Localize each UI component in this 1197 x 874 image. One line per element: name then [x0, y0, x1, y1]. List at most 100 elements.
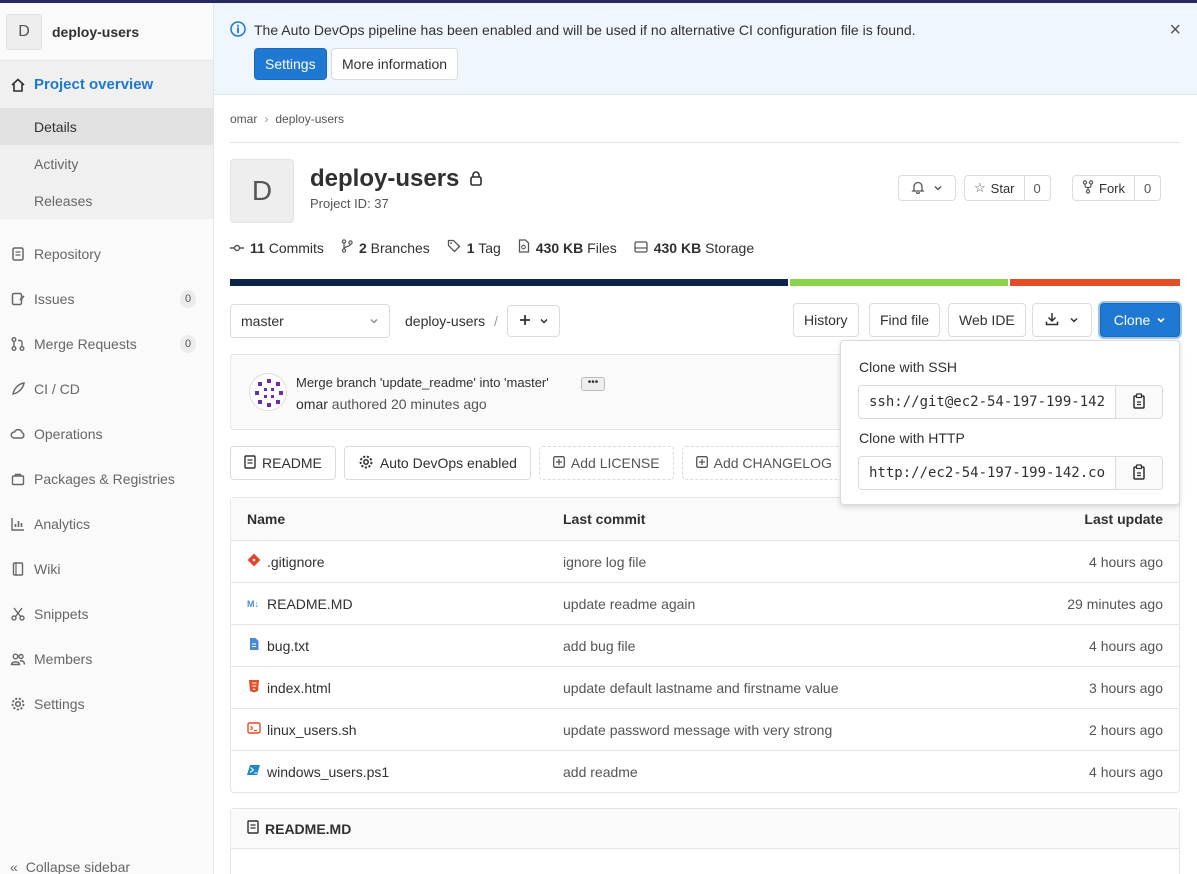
sidebar-item-wiki[interactable]: Wiki — [0, 546, 213, 591]
banner-more-info-button[interactable]: More information — [331, 48, 459, 80]
readme-button[interactable]: README — [230, 446, 336, 480]
table-row[interactable]: index.html update default lastname and f… — [231, 666, 1179, 708]
file-name[interactable]: .gitignore — [267, 554, 325, 570]
fork-count[interactable]: 0 — [1135, 175, 1162, 201]
commits-label: Commits — [268, 239, 324, 256]
sidebar-item-analytics[interactable]: Analytics — [0, 501, 213, 546]
doc-icon — [244, 454, 256, 472]
plus-square-icon — [552, 455, 565, 471]
table-row[interactable]: .gitignore ignore log file 4 hours ago — [231, 540, 1179, 582]
table-row[interactable]: M↓ README.MD update readme again 29 minu… — [231, 582, 1179, 624]
copy-http-url-button[interactable] — [1115, 456, 1163, 490]
breadcrumb-owner[interactable]: omar — [230, 112, 257, 126]
clone-ssh-url-input[interactable]: ssh://git@ec2-54-197-199-142 — [858, 385, 1116, 419]
project-title: deploy-users — [310, 165, 460, 192]
commit-message[interactable]: add bug file — [563, 638, 635, 654]
collapse-sidebar-label: Collapse sidebar — [25, 859, 131, 874]
double-chevron-left-icon: « — [10, 859, 18, 874]
star-button[interactable]: ☆ Star — [964, 175, 1025, 201]
language-segment[interactable] — [230, 279, 789, 286]
sidebar-item-merge-requests[interactable]: Merge Requests 0 — [0, 321, 213, 366]
repository-languages-bar[interactable] — [230, 279, 1180, 286]
add-to-tree-dropdown[interactable] — [507, 305, 560, 337]
auto-devops-button[interactable]: Auto DevOps enabled — [343, 446, 531, 480]
sidebar-item-repository[interactable]: Repository — [0, 231, 213, 276]
find-file-button[interactable]: Find file — [869, 303, 941, 337]
history-button[interactable]: History — [793, 303, 859, 337]
star-count[interactable]: 0 — [1024, 175, 1051, 201]
commit-message[interactable]: update readme again — [563, 596, 695, 612]
breadcrumb-project[interactable]: deploy-users — [275, 112, 344, 126]
sidebar-item-snippets[interactable]: Snippets — [0, 591, 213, 636]
commit-message[interactable]: update password message with very strong — [563, 722, 832, 738]
sidebar-item-settings[interactable]: Settings — [0, 681, 213, 726]
sidebar-project-header[interactable]: D deploy-users — [0, 3, 213, 61]
sidebar-item-project-overview[interactable]: Project overview — [0, 61, 213, 108]
bell-icon — [911, 180, 925, 197]
commits-stat[interactable]: 11 Commits — [230, 239, 324, 256]
file-name[interactable]: README.MD — [267, 596, 353, 612]
add-license-button[interactable]: Add LICENSE — [538, 446, 674, 480]
sidebar-item-members[interactable]: Members — [0, 636, 213, 681]
clone-dropdown-button[interactable]: Clone — [1100, 303, 1180, 337]
doc-icon — [247, 820, 259, 837]
fork-button[interactable]: Fork — [1072, 175, 1135, 201]
clone-label: Clone — [1113, 312, 1151, 328]
close-icon[interactable]: × — [1169, 19, 1181, 42]
sidebar-subitem-details[interactable]: Details — [0, 108, 213, 145]
commit-message[interactable]: add readme — [563, 764, 638, 780]
collapse-sidebar-button[interactable]: « Collapse sidebar — [10, 859, 130, 874]
column-header-last-update: Last update — [1084, 511, 1163, 527]
table-row[interactable]: linux_users.sh update password message w… — [231, 708, 1179, 750]
table-row[interactable]: bug.txt add bug file 4 hours ago — [231, 624, 1179, 666]
file-tree-table: Name Last commit Last update .gitignore … — [230, 497, 1180, 793]
clone-http-url-input[interactable]: http://ec2-54-197-199-142.co — [858, 456, 1116, 490]
download-dropdown[interactable] — [1032, 303, 1092, 337]
avatar[interactable] — [249, 373, 287, 411]
fork-icon — [1082, 179, 1094, 197]
tags-stat[interactable]: 1 Tag — [447, 239, 501, 256]
home-icon — [10, 77, 26, 93]
files-stat[interactable]: 430 KB Files — [518, 239, 617, 256]
banner-settings-button[interactable]: Settings — [254, 48, 327, 80]
commit-title[interactable]: Merge branch 'update_readme' into 'maste… — [296, 375, 549, 390]
language-segment[interactable] — [790, 279, 1008, 286]
expand-commit-button[interactable]: ••• — [581, 377, 605, 391]
add-changelog-label: Add CHANGELOG — [713, 455, 832, 471]
file-name[interactable]: linux_users.sh — [267, 722, 357, 738]
project-quick-links: README Auto DevOps enabled Add LICENSE A… — [230, 446, 894, 480]
file-name[interactable]: windows_users.ps1 — [267, 764, 389, 780]
copy-ssh-url-button[interactable] — [1115, 385, 1163, 419]
sidebar-item-issues[interactable]: Issues 0 — [0, 276, 213, 321]
branch-selector[interactable]: master — [230, 304, 390, 338]
file-name[interactable]: bug.txt — [267, 638, 309, 654]
add-changelog-button[interactable]: Add CHANGELOG — [681, 446, 846, 480]
sidebar-item-packages-registries[interactable]: Packages & Registries — [0, 456, 213, 501]
sidebar-subitem-activity[interactable]: Activity — [0, 145, 213, 182]
scissors-icon — [10, 606, 26, 622]
language-segment[interactable] — [1009, 279, 1180, 286]
branches-stat[interactable]: 2 Branches — [341, 239, 430, 256]
book-icon — [10, 561, 26, 577]
commit-message[interactable]: update default lastname and firstname va… — [563, 680, 839, 696]
star-icon: ☆ — [974, 180, 986, 195]
repo-path[interactable]: deploy-users — [405, 313, 485, 329]
update-time: 2 hours ago — [1089, 721, 1163, 738]
notification-dropdown[interactable] — [898, 175, 956, 201]
project-avatar-large: D — [230, 159, 294, 223]
cloud-gear-icon — [10, 426, 26, 442]
readme-title[interactable]: README.MD — [265, 821, 351, 837]
text-file-icon — [247, 637, 261, 654]
table-row[interactable]: windows_users.ps1 add readme 4 hours ago — [231, 750, 1179, 792]
issues-count-badge: 0 — [180, 289, 196, 308]
chevron-right-icon: › — [264, 112, 269, 126]
commit-message[interactable]: ignore log file — [563, 554, 646, 570]
web-ide-button[interactable]: Web IDE — [948, 303, 1026, 337]
storage-stat[interactable]: 430 KB Storage — [634, 239, 754, 256]
sidebar-subitem-releases[interactable]: Releases — [0, 182, 213, 219]
file-name[interactable]: index.html — [267, 680, 331, 696]
sidebar-item-operations[interactable]: Operations — [0, 411, 213, 456]
doc-icon — [10, 246, 26, 262]
commit-author[interactable]: omar — [296, 396, 328, 412]
sidebar-item-ci-cd[interactable]: CI / CD — [0, 366, 213, 411]
